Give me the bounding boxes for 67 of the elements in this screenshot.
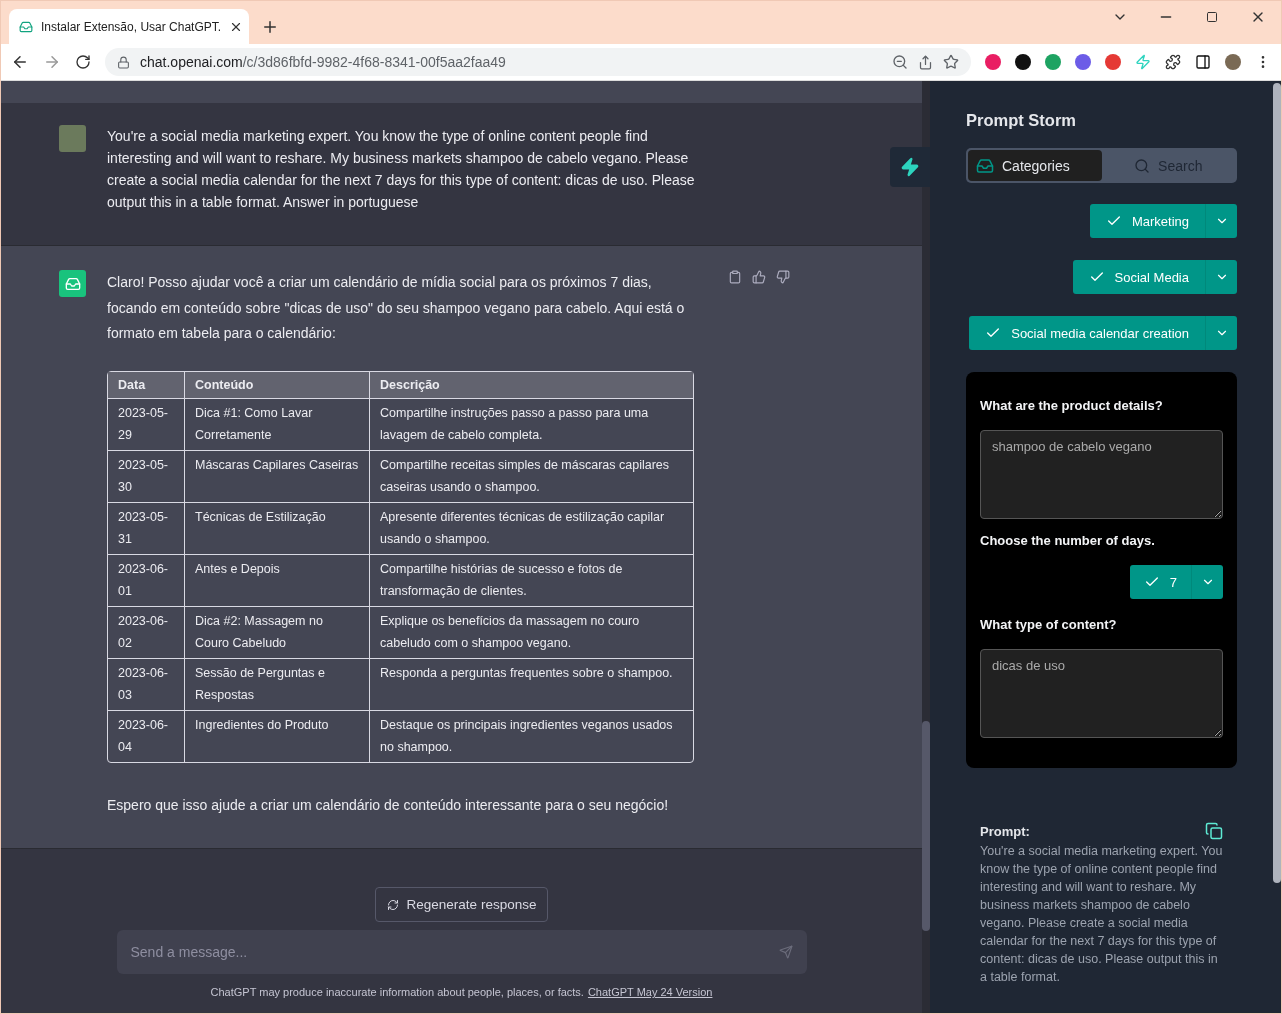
column-header: Conteúdo xyxy=(185,371,370,399)
table-cell-text: Destaque os principais ingredientes veganos usados no shampoo. xyxy=(379,716,674,756)
tray-icon xyxy=(976,156,994,175)
prompt-text: You're a social media marketing expert. You know the type of online content people find interesting and will want to reshare. My business markets shampoo de cabelo vegano. Please create a social media calendar for the next 7 days for this type of content: dicas de uso. Please output this in a table format. xyxy=(980,843,1223,986)
table-cell: Dica #2: Massagem no Couro Cabeludo xyxy=(185,606,370,659)
field-label: What type of content? xyxy=(980,617,1118,632)
thumbs-down-icon[interactable] xyxy=(776,270,790,284)
refresh-icon xyxy=(386,898,399,911)
table-cell: Apresente diferentes técnicas de estilização capilar usando o shampoo. xyxy=(370,502,693,555)
table-cell: 2023-05-29 xyxy=(108,398,185,451)
field-label: What are the product details? xyxy=(980,398,1164,413)
scrollbar-thumb[interactable] xyxy=(922,721,930,931)
back-icon[interactable] xyxy=(11,53,29,71)
thumbs-up-icon[interactable] xyxy=(752,270,766,284)
message-text: You're a social media marketing expert. You know the type of online content people find interesting and will want to reshare. My business markets shampoo de cabelo vegano. Please create a social media calendar for the next 7 days for this type of content: dicas de uso. Please output this in a table format. Answer in portuguese xyxy=(107,127,696,212)
forward-icon[interactable] xyxy=(43,53,61,71)
zoom-out-icon[interactable] xyxy=(892,54,908,70)
table-cell: Compartilhe instruções passo a passo para uma lavagem de cabelo completa. xyxy=(370,398,693,451)
message-text: Espero que isso ajude a criar um calendário de conteúdo interessante para o seu negócio! xyxy=(107,795,670,815)
extension-icon[interactable] xyxy=(1015,54,1031,70)
version-link[interactable]: ChatGPT May 24 Version xyxy=(587,986,713,998)
regenerate-button[interactable]: Regenerate response xyxy=(374,887,549,922)
side-panel-icon[interactable] xyxy=(1195,54,1211,70)
copy-icon[interactable] xyxy=(728,270,742,284)
table-cell: Responda a perguntas frequentes sobre o shampoo. xyxy=(370,658,693,711)
disclaimer-text: ChatGPT may produce inaccurate information about people, places, or facts. xyxy=(210,986,584,998)
url-text: chat.openai.com/c/3d86fbfd-9982-4f68-8341-00f5aa2faa49 xyxy=(140,54,507,70)
table-cell: 2023-06-04 xyxy=(108,710,185,762)
puzzle-icon[interactable] xyxy=(1165,54,1181,70)
search-icon xyxy=(1134,157,1151,174)
message-text: Claro! Posso ajudar você a criar um calendário de mídia social para os próximos 7 dias, focando em conteúdo sobre "dicas de uso" do seu shampoo vegano para cabelo. Aqui está o formato em tabela para o calendário: xyxy=(107,273,686,343)
table-cell: Compartilhe receitas simples de máscaras capilares caseiras usando o shampoo. xyxy=(370,450,693,503)
table-cell: Ingredientes do Produto xyxy=(185,710,370,762)
text-area[interactable]: dicas de uso xyxy=(980,649,1223,738)
table-cell: 2023-05-30 xyxy=(108,450,185,503)
table-cell: 2023-06-03 xyxy=(108,658,185,711)
table-cell: Dica #1: Como Lavar Corretamente xyxy=(185,398,370,451)
star-icon[interactable] xyxy=(943,54,959,70)
table-cell: Explique os benefícios da massagem no couro cabeludo com o shampoo vegano. xyxy=(370,606,693,659)
lightning-icon xyxy=(900,157,920,177)
sidebar-tab[interactable]: Categories xyxy=(968,150,1102,181)
table-cell: Compartilhe histórias de sucesso e fotos de transformação de clientes. xyxy=(370,554,693,607)
table-cell: 2023-06-02 xyxy=(108,606,185,659)
lock-icon xyxy=(117,55,130,69)
prompt-label: Prompt: xyxy=(980,823,1030,839)
reload-icon[interactable] xyxy=(75,54,91,70)
table-cell: 2023-06-01 xyxy=(108,554,185,607)
share-icon[interactable] xyxy=(918,54,933,70)
table-cell: Técnicas de Estilização xyxy=(185,502,370,555)
tab-title: Instalar Extensão, Usar ChatGPT. xyxy=(41,19,222,34)
lightning-button[interactable] xyxy=(890,147,930,187)
sidebar-title: Prompt Storm xyxy=(966,111,1077,130)
text-area[interactable]: shampoo de cabelo vegano xyxy=(980,430,1223,519)
message-input[interactable]: Send a message... xyxy=(116,930,807,974)
field-label: Choose the number of days. xyxy=(980,533,1156,548)
table-cell: Antes e Depois xyxy=(185,554,370,607)
scrollbar-thumb[interactable] xyxy=(1273,83,1281,883)
profile-avatar[interactable] xyxy=(1225,54,1241,70)
new-tab-icon[interactable] xyxy=(261,18,279,36)
table-cell: Máscaras Capilares Caseiras xyxy=(185,450,370,503)
address-bar[interactable]: chat.openai.com/c/3d86fbfd-9982-4f68-8341-00f5aa2faa49 xyxy=(105,48,971,76)
column-header: Descrição xyxy=(370,371,693,399)
table-cell: 2023-05-31 xyxy=(108,502,185,555)
browser-tab[interactable]: Instalar Extensão, Usar ChatGPT. xyxy=(9,9,249,44)
table-cell: Sessão de Perguntas e Respostas xyxy=(185,658,370,711)
column-header: Data xyxy=(108,371,185,399)
user-avatar xyxy=(59,125,86,152)
